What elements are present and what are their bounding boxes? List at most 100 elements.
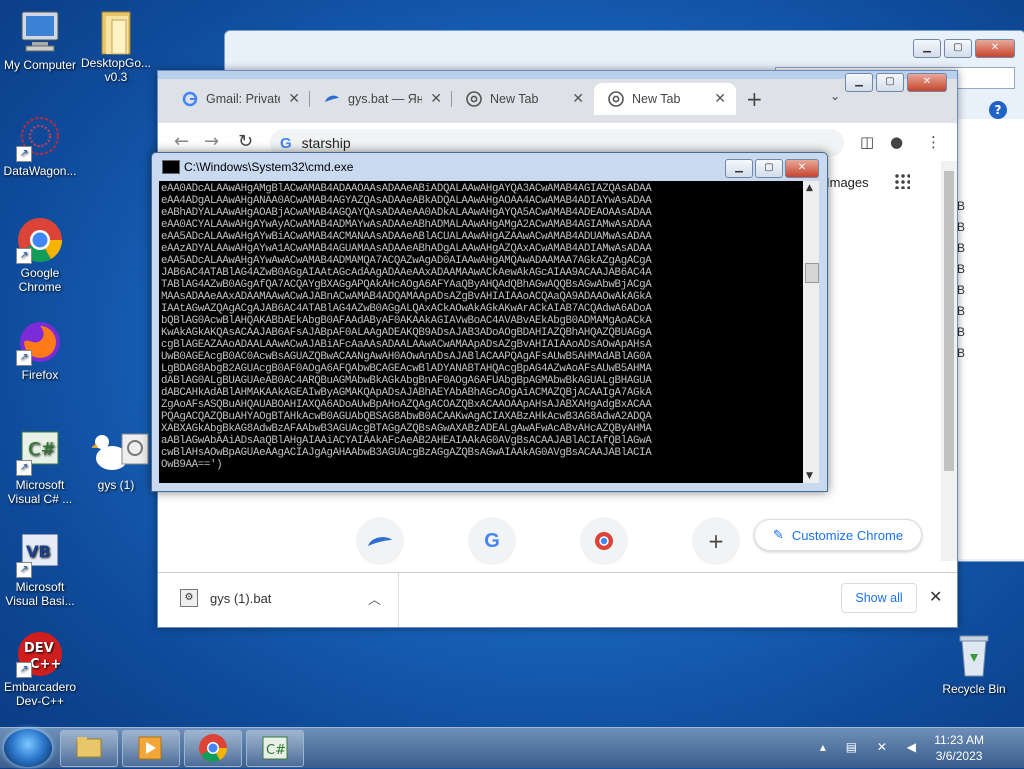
maximize-button[interactable]: ▢	[944, 39, 972, 58]
desktop-icon-desktopgo[interactable]: DesktopGo... v0.3	[76, 6, 156, 84]
tab-close-icon[interactable]: ✕	[288, 90, 300, 107]
network-icon: ↗	[16, 114, 64, 162]
minimize-button[interactable]: ▁	[845, 73, 873, 92]
chrome-icon	[466, 91, 482, 107]
tab-close-icon[interactable]: ✕	[714, 90, 726, 107]
cmd-window-controls: ▁ ▢ ✕	[725, 159, 819, 178]
cmd-title: C:\Windows\System32\cmd.exe	[184, 160, 354, 174]
close-button[interactable]: ✕	[907, 73, 947, 92]
chevron-up-icon[interactable]: ︿	[368, 589, 381, 608]
tab-new-tab-1[interactable]: New Tab ✕	[452, 83, 594, 115]
clock-date: 3/6/2023	[935, 749, 983, 763]
maximize-button[interactable]: ▢	[876, 73, 904, 92]
download-filename: gys (1).bat	[210, 590, 272, 606]
desktop-icon-gys-bat[interactable]: gys (1)	[76, 428, 156, 492]
desktop-icon-label: Microsoft Visual C# ...	[7, 478, 73, 506]
tab-label: gys.bat — Янд	[348, 92, 422, 106]
close-icon[interactable]: ✕	[929, 587, 942, 606]
chrome-icon: ↗	[16, 216, 64, 264]
maximize-button[interactable]: ▢	[755, 159, 783, 178]
back-icon[interactable]: ←	[174, 131, 189, 152]
csharp-icon: C# ↗	[16, 428, 64, 476]
clock[interactable]: 11:23 AM 3/6/2023	[934, 732, 984, 764]
csharp-icon: C#	[262, 736, 288, 760]
media-player-icon	[138, 736, 162, 760]
tab-label: New Tab	[490, 92, 539, 106]
desktop-icon-firefox[interactable]: ↗ Firefox	[0, 318, 80, 382]
download-bar: ⚙ gys (1).bat ︿ Show all ✕	[158, 572, 957, 627]
svg-text:C++: C++	[30, 657, 61, 672]
shortcut-tile-google[interactable]: G	[468, 517, 516, 565]
taskbar-media-player[interactable]	[122, 730, 180, 767]
vb-icon: VB ↗	[16, 530, 64, 578]
desktop-icon-label: My Computer	[3, 58, 77, 72]
chrome-icon	[199, 734, 227, 762]
show-all-button[interactable]: Show all	[841, 583, 917, 613]
start-button[interactable]	[4, 729, 52, 767]
tab-close-icon[interactable]: ✕	[430, 90, 442, 107]
desktop-icon-label: Microsoft Visual Basi...	[5, 580, 75, 608]
yandex-disk-icon	[368, 537, 392, 546]
reload-icon[interactable]: ↻	[238, 131, 253, 152]
desktop-icon-visual-csharp[interactable]: C# ↗ Microsoft Visual C# ...	[0, 428, 80, 506]
cmd-window[interactable]: C:\Windows\System32\cmd.exe ▁ ▢ ✕ eAA0AD…	[151, 152, 828, 492]
shortcut-arrow-icon: ↗	[16, 350, 32, 366]
customize-label: Customize Chrome	[791, 527, 904, 543]
minimize-button[interactable]: ▁	[913, 39, 941, 58]
desktop-icon-devcpp[interactable]: DEV C++ ↗ Embarcadero Dev-C++	[0, 630, 80, 708]
chrome-scrollbar[interactable]	[941, 161, 957, 561]
shortcut-tile-yandex[interactable]	[356, 517, 404, 565]
desktop-icon-label: gys (1)	[97, 478, 135, 492]
side-panel-icon[interactable]: ◫	[860, 133, 874, 151]
close-button[interactable]: ✕	[785, 159, 819, 178]
console-output: eAA0ADcALAAwAHgAMgBlACwAMAB4ADAAOAAsADAA…	[161, 183, 652, 471]
desktop-icon-my-computer[interactable]: My Computer	[0, 8, 80, 72]
address-text: starship	[301, 135, 351, 151]
scroll-thumb[interactable]	[805, 263, 819, 283]
help-icon[interactable]: ?	[989, 101, 1007, 119]
profile-icon[interactable]: ●	[890, 133, 903, 151]
google-icon: G	[484, 529, 500, 552]
desktop-icon-label: Firefox	[21, 368, 59, 382]
forward-icon[interactable]: →	[204, 131, 219, 152]
minimize-button[interactable]: ▁	[725, 159, 753, 178]
desktop-icon-recycle-bin[interactable]: Recycle Bin	[934, 632, 1014, 696]
clock-time: 11:23 AM	[934, 733, 984, 747]
desktop-icon-google-chrome[interactable]: ↗ Google Chrome	[0, 216, 80, 294]
explorer-window-controls: ▁ ▢ ✕	[913, 39, 1015, 58]
desktop-icon-datawagon[interactable]: ↗ DataWagon...	[0, 114, 80, 178]
download-item[interactable]: ⚙ gys (1).bat	[180, 589, 271, 607]
customize-chrome-button[interactable]: ✎ Customize Chrome	[754, 519, 922, 551]
svg-text:VB: VB	[26, 542, 51, 561]
desktop-icon-visual-basic[interactable]: VB ↗ Microsoft Visual Basi...	[0, 530, 80, 608]
shortcut-arrow-icon: ↗	[16, 562, 32, 578]
devcpp-icon: DEV C++ ↗	[16, 630, 64, 678]
google-icon	[182, 91, 198, 107]
tab-gmail[interactable]: Gmail: Private ✕	[168, 83, 310, 115]
tab-new-tab-2[interactable]: New Tab ✕	[594, 83, 736, 115]
cmd-scrollbar[interactable]: ▲ ▼	[803, 181, 819, 483]
system-tray-icons[interactable]: ▴ ▤ ✕ ◀	[820, 740, 924, 754]
pencil-icon: ✎	[772, 527, 784, 542]
taskbar-chrome[interactable]	[184, 730, 242, 767]
apps-grid-icon[interactable]	[894, 173, 910, 189]
tab-label: New Tab	[632, 92, 681, 106]
desktop-icon-label: DataWagon...	[3, 164, 77, 178]
menu-icon[interactable]: ⋮	[926, 133, 941, 151]
desktop-icon-label: Embarcadero Dev-C++	[3, 680, 77, 708]
taskbar-visual-csharp[interactable]: C#	[246, 730, 304, 767]
close-button[interactable]: ✕	[975, 39, 1015, 58]
shortcut-arrow-icon: ↗	[16, 146, 32, 162]
tab-close-icon[interactable]: ✕	[572, 90, 584, 107]
shortcut-tile-chrome[interactable]	[580, 517, 628, 565]
console-output-area[interactable]: eAA0ADcALAAwAHgAMgBlACwAMAB4ADAAOAAsADAA…	[159, 181, 807, 483]
tab-gys-bat[interactable]: gys.bat — Янд ✕	[310, 83, 452, 115]
scroll-down-icon[interactable]: ▼	[806, 471, 813, 481]
tab-search-chevron-icon[interactable]: ⌄	[830, 89, 840, 103]
scroll-up-icon[interactable]: ▲	[806, 183, 813, 193]
new-tab-button[interactable]: +	[746, 87, 763, 111]
add-shortcut-button[interactable]: +	[692, 517, 740, 565]
images-link[interactable]: Images	[826, 175, 869, 190]
taskbar-explorer[interactable]	[60, 730, 118, 767]
desktop-icon-label: DesktopGo... v0.3	[80, 56, 152, 84]
